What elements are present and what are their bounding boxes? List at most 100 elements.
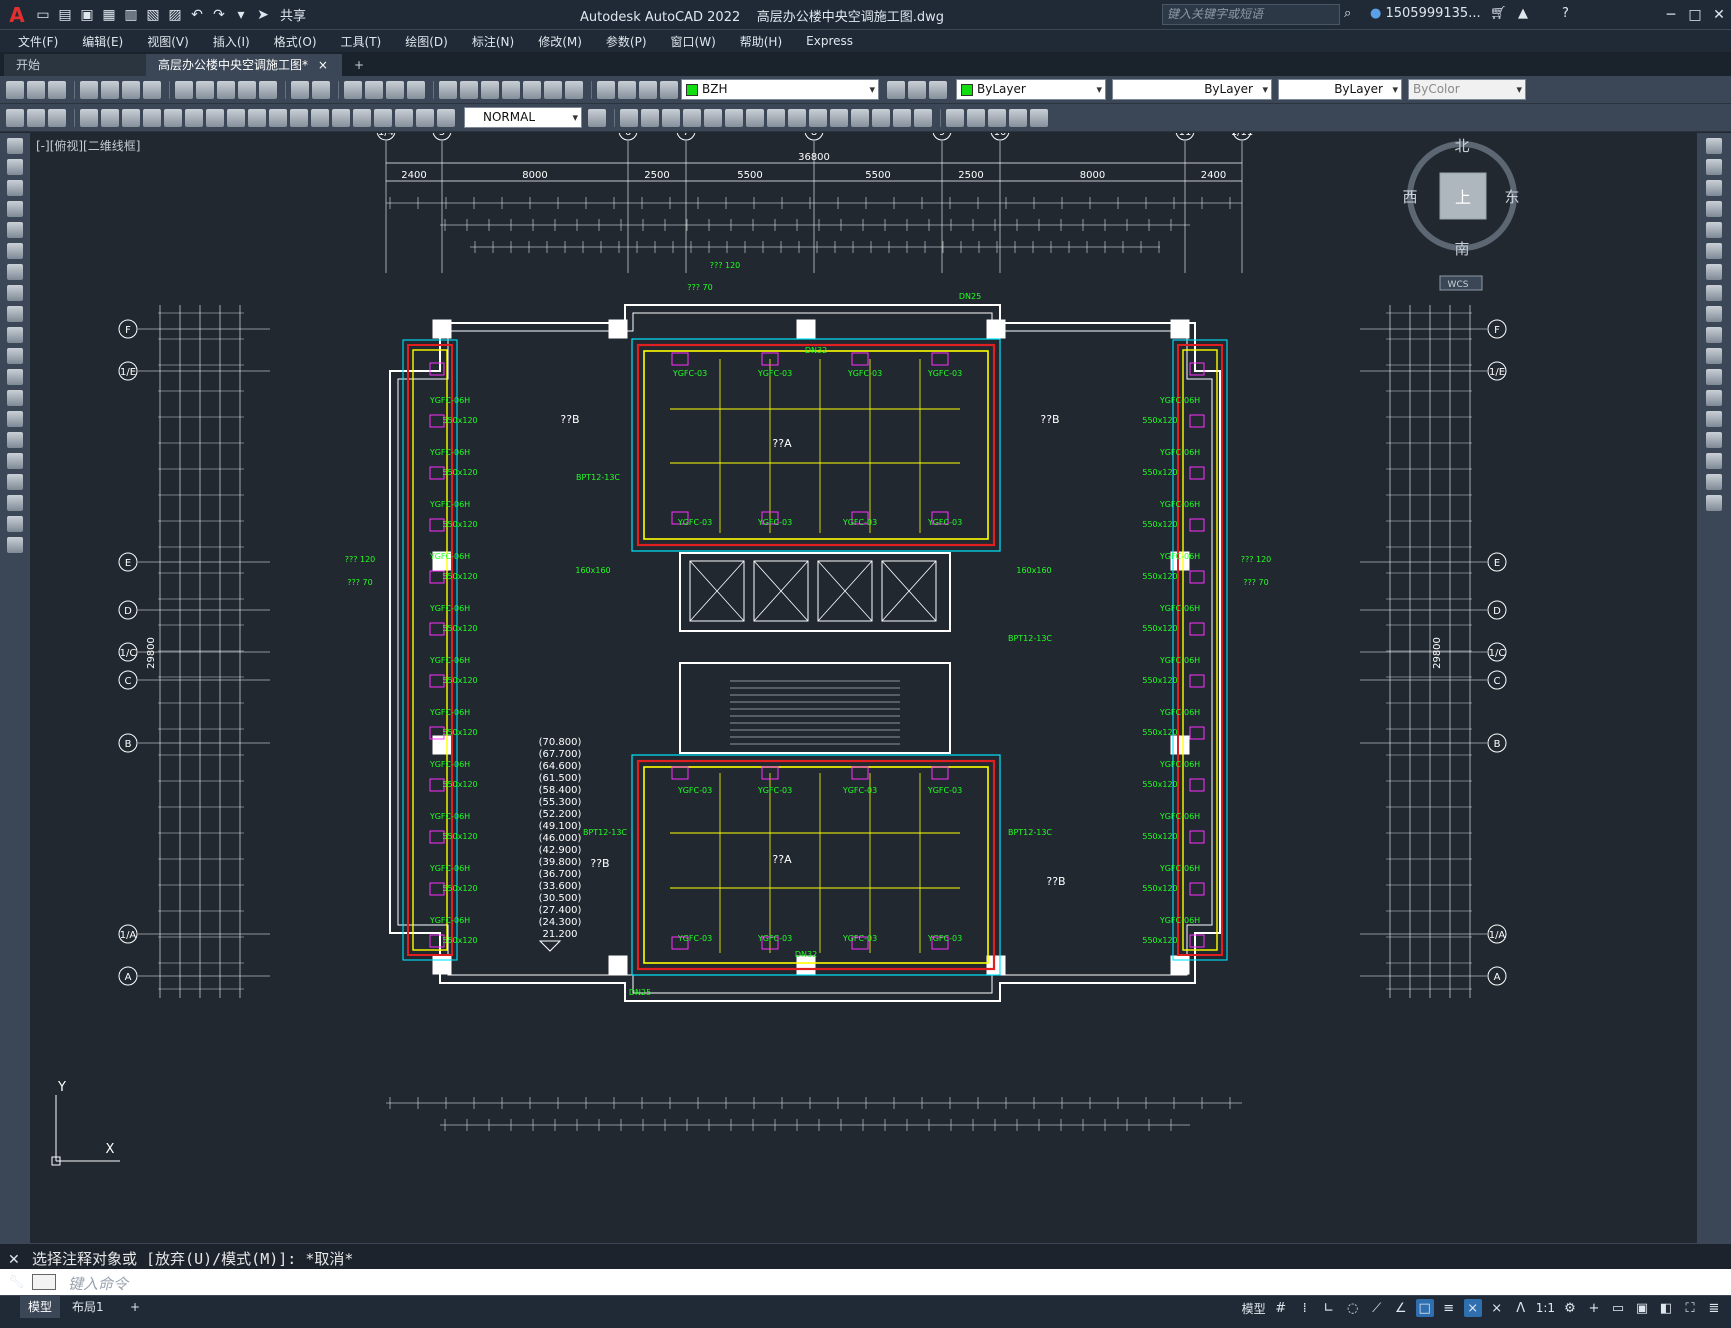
- scale-icon[interactable]: [746, 108, 764, 127]
- dim-space-icon[interactable]: [311, 108, 329, 127]
- recent-commands-icon[interactable]: [32, 1274, 56, 1290]
- markup-icon[interactable]: [523, 80, 541, 99]
- menu-format[interactable]: 格式(O): [274, 33, 317, 50]
- dim-ordinate-icon[interactable]: [143, 108, 161, 127]
- calculator-icon[interactable]: [544, 80, 562, 99]
- tab-model[interactable]: 模型: [20, 1296, 61, 1318]
- copy-icon[interactable]: [196, 80, 214, 99]
- dim-linear-icon[interactable]: [80, 108, 98, 127]
- move-right-icon[interactable]: [1706, 243, 1722, 259]
- cut-icon[interactable]: [175, 80, 193, 99]
- dim-arc-icon[interactable]: [122, 108, 140, 127]
- lineweight-icon[interactable]: ≡: [1440, 1299, 1458, 1317]
- osnap-icon[interactable]: □: [1415, 1299, 1434, 1317]
- save-web-icon[interactable]: ▧: [144, 6, 162, 24]
- customization-icon[interactable]: ≣: [1705, 1299, 1723, 1317]
- stretch-right-icon[interactable]: [1706, 306, 1722, 322]
- publish-icon[interactable]: [122, 80, 140, 99]
- revision-cloud-icon[interactable]: [7, 285, 23, 301]
- chamfer-right-icon[interactable]: [1706, 432, 1722, 448]
- 3d-print-icon[interactable]: [143, 80, 161, 99]
- block-editor-icon[interactable]: [259, 80, 277, 99]
- open-icon[interactable]: [27, 80, 45, 99]
- dim-style-icon[interactable]: [6, 108, 24, 127]
- fillet-icon[interactable]: [893, 108, 911, 127]
- close-command-icon[interactable]: ✕: [8, 1252, 20, 1268]
- rotate-right-icon[interactable]: [1706, 264, 1722, 280]
- make-current-icon[interactable]: [887, 80, 905, 99]
- layer-state-icon[interactable]: [618, 80, 636, 99]
- fillet-right-icon[interactable]: [1706, 453, 1722, 469]
- layer-dropdown[interactable]: BZH: [681, 79, 879, 100]
- copy-right-icon[interactable]: [1706, 159, 1722, 175]
- spline-icon[interactable]: [7, 306, 23, 322]
- scale-right-icon[interactable]: [1706, 285, 1722, 301]
- color-dropdown[interactable]: ByLayer: [956, 79, 1106, 100]
- lineweight-dropdown[interactable]: ByLayer: [1278, 79, 1402, 100]
- attach-icon[interactable]: [967, 108, 985, 127]
- inspect-icon[interactable]: [374, 108, 392, 127]
- cart-icon[interactable]: 🛒︎: [1490, 6, 1507, 21]
- close-icon[interactable]: ✕: [1707, 0, 1731, 30]
- new-tab-button[interactable]: +: [342, 54, 376, 76]
- dim-text-edit-icon[interactable]: [416, 108, 434, 127]
- menu-edit[interactable]: 编辑(E): [82, 33, 123, 50]
- ortho-icon[interactable]: ∟: [1320, 1299, 1338, 1317]
- grid-icon[interactable]: #: [1272, 1299, 1290, 1317]
- add-layout-button[interactable]: +: [122, 1296, 148, 1318]
- dim-jogged-icon[interactable]: [185, 108, 203, 127]
- customize-command-icon[interactable]: 🔧︎: [8, 1275, 25, 1290]
- zoom-realtime-icon[interactable]: [365, 80, 383, 99]
- construction-line-icon[interactable]: [7, 159, 23, 175]
- join-right-icon[interactable]: [1706, 411, 1722, 427]
- dim-update-icon[interactable]: [48, 108, 66, 127]
- mirror-right-icon[interactable]: [1706, 180, 1722, 196]
- circle-icon[interactable]: [7, 264, 23, 280]
- layer-match-icon[interactable]: [929, 80, 947, 99]
- menu-modify[interactable]: 修改(M): [538, 33, 582, 50]
- make-block-icon[interactable]: [7, 390, 23, 406]
- rotate-icon[interactable]: [725, 108, 743, 127]
- maximize-icon[interactable]: □: [1683, 0, 1707, 30]
- dim-edit-icon[interactable]: [27, 108, 45, 127]
- auto-scale-icon[interactable]: ⨯: [1488, 1299, 1506, 1317]
- autodesk-app-icon[interactable]: ▲: [1518, 6, 1528, 21]
- quick-props-icon[interactable]: ▣: [1633, 1299, 1651, 1317]
- break-right-icon[interactable]: [1706, 390, 1722, 406]
- plot-toolbar-icon[interactable]: [80, 80, 98, 99]
- drawing-area[interactable]: [-][俯视][二维线框] 1/45678910111/113680024008…: [30, 133, 1697, 1243]
- annotation-scale[interactable]: 1:1: [1536, 1301, 1555, 1315]
- menu-parametric[interactable]: 参数(P): [606, 33, 647, 50]
- match-prop-icon[interactable]: [238, 80, 256, 99]
- units-icon[interactable]: ▭: [1609, 1299, 1627, 1317]
- minimize-icon[interactable]: ─: [1659, 0, 1683, 30]
- open-web-icon[interactable]: ▥: [122, 6, 140, 24]
- trim-icon[interactable]: [788, 108, 806, 127]
- dim-override-icon[interactable]: [588, 108, 606, 127]
- chamfer-icon[interactable]: [872, 108, 890, 127]
- dim-text-angle-icon[interactable]: [437, 108, 455, 127]
- image-icon[interactable]: [1009, 108, 1027, 127]
- ellipse-icon[interactable]: [7, 327, 23, 343]
- autocad-logo[interactable]: A: [0, 0, 34, 30]
- redo-toolbar-icon[interactable]: [312, 80, 330, 99]
- move-icon[interactable]: [704, 108, 722, 127]
- new-file-icon[interactable]: ▭: [34, 6, 52, 24]
- layer-lock-icon[interactable]: [660, 80, 678, 99]
- explode-right-icon[interactable]: [1706, 495, 1722, 511]
- model-space-label[interactable]: 模型: [1242, 1300, 1266, 1317]
- mtext-icon[interactable]: [7, 516, 23, 532]
- dim-continue-icon[interactable]: [290, 108, 308, 127]
- sheet-set-icon[interactable]: [502, 80, 520, 99]
- hatch-icon[interactable]: [7, 432, 23, 448]
- arc-icon[interactable]: [7, 243, 23, 259]
- dim-diameter-icon[interactable]: [206, 108, 224, 127]
- text-style-dropdown[interactable]: NORMAL: [464, 107, 582, 128]
- polar-icon[interactable]: ◌: [1344, 1299, 1362, 1317]
- tab-drawing[interactable]: 高层办公楼中央空调施工图* ×: [146, 54, 342, 76]
- zoom-previous-icon[interactable]: [407, 80, 425, 99]
- polygon-icon[interactable]: [7, 201, 23, 217]
- copy-modify-icon[interactable]: [620, 108, 638, 127]
- zoom-window-icon[interactable]: [386, 80, 404, 99]
- menu-file[interactable]: 文件(F): [18, 33, 58, 50]
